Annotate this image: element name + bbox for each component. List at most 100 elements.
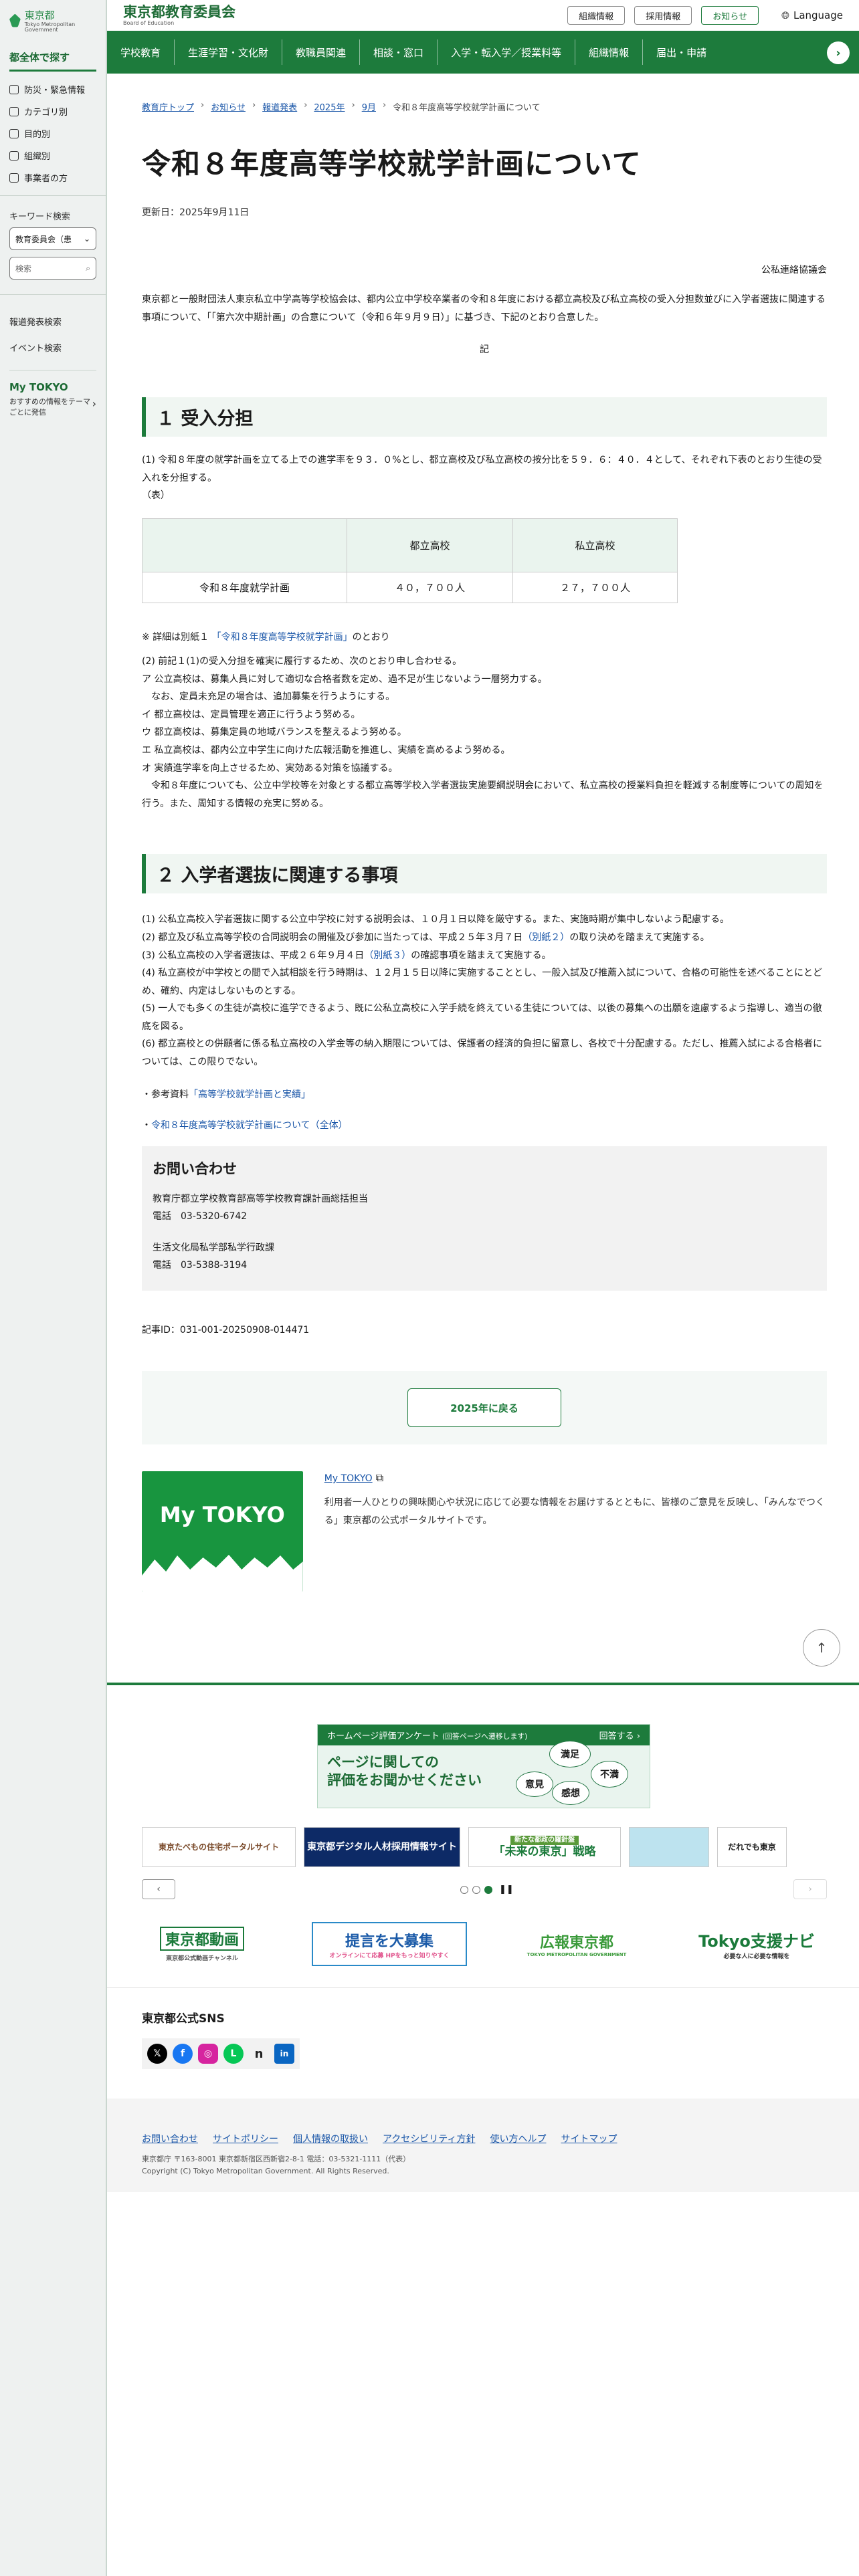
chevron-right-icon: › — [92, 397, 96, 410]
footer-links: お問い合わせ サイトポリシー 個人情報の取扱い アクセシビリティ方針 使い方ヘル… — [142, 2132, 824, 2145]
breadcrumb-link[interactable]: 報道発表 — [262, 100, 297, 113]
footer-link-privacy[interactable]: 個人情報の取扱い — [293, 2132, 368, 2145]
attachment2-link[interactable]: （別紙２） — [522, 932, 569, 943]
gnav-item[interactable]: 教職員関連 — [282, 39, 361, 65]
carousel-dot-active[interactable] — [484, 1885, 492, 1894]
banner-sub: 新たな都政の羅針盤 — [510, 1835, 579, 1845]
reference-link[interactable]: 「高等学校就学計画と実績」 — [189, 1089, 310, 1100]
logo-koho-tokyo[interactable]: 広報東京都 TOKYO METROPOLITAN GOVERNMENT — [516, 1922, 637, 1966]
banner-future-tokyo[interactable]: 新たな都政の羅針盤 「未来の東京」戦略 — [468, 1827, 621, 1867]
logo-support-navi[interactable]: Tokyo支援ナビ 必要な人に必要な情報を — [686, 1922, 827, 1966]
back-to-2025-button[interactable]: 2025年に戻る — [407, 1388, 561, 1428]
linkedin-icon[interactable]: in — [274, 2044, 294, 2064]
banner-digital-recruit[interactable]: 東京都デジタル人材採用情報サイト — [304, 1827, 460, 1867]
note-prefix: ※ 詳細は別紙１ — [142, 631, 209, 643]
contact-title: お問い合わせ — [153, 1160, 237, 1177]
gnav-item[interactable]: 届出・申請 — [643, 39, 720, 65]
bubble-opinion: 意見 — [516, 1772, 553, 1797]
sidebar-item-organization[interactable]: 組織別 — [9, 144, 96, 167]
section-heading-2: ２ 入学者選抜に関連する事項 — [142, 854, 827, 894]
instagram-icon[interactable]: ◎ — [198, 2044, 218, 2064]
reference-2: ・令和８年度高等学校就学計画について（全体） — [142, 1118, 827, 1132]
gnav-item[interactable]: 学校教育 — [107, 39, 175, 65]
survey-bar-title: ホームページ評価アンケート — [327, 1731, 440, 1741]
sidebar-item-category[interactable]: カテゴリ別 — [9, 100, 96, 122]
banner-everyone-tokyo[interactable]: だれでも東京 — [717, 1827, 787, 1867]
sidebar-item-business[interactable]: 事業者の方 — [9, 167, 96, 189]
global-nav: 学校教育 生涯学習・文化財 教職員関連 相談・窓口 入学・転入学／授業料等 組織… — [107, 31, 859, 74]
search-scope-select[interactable]: 教育委員会（患 ⌄ — [9, 227, 96, 250]
list-item: (2) 前記１(1)の受入分担を確実に履行するため、次のとおり申し合わせる。 — [142, 655, 462, 667]
notice-button[interactable]: お知らせ — [701, 6, 759, 25]
list-item: (1) 公私立高校入学者選抜に関する公立中学校に対する説明会は、１０月１日以降を… — [142, 914, 729, 926]
pause-icon[interactable]: ❚❚ — [499, 1885, 514, 1895]
sidebar-item-purpose[interactable]: 目的別 — [9, 122, 96, 144]
article-id: 記事ID：031-001-20250908-014471 — [142, 1325, 310, 1336]
note-suffix: のとおり — [352, 631, 390, 643]
attachment1-link[interactable]: 「令和８年度高等学校就学計画」 — [212, 632, 353, 643]
language-label: Language — [793, 9, 843, 21]
gnav-item[interactable]: 入学・転入学／授業料等 — [438, 39, 576, 65]
tokyo-logo[interactable]: 東京都 Tokyo Metropolitan Government — [0, 0, 106, 41]
carousel-prev-button[interactable]: ‹ — [142, 1879, 175, 1899]
contact-tel: 電話 03-5388-3194 — [153, 1260, 248, 1271]
logo-tokyo-video[interactable]: 東京都動画 東京都公式動画チャンネル — [142, 1922, 262, 1966]
footer-link-contact[interactable]: お問い合わせ — [142, 2132, 198, 2145]
speech-bubbles: 満足 意見 感想 不満 — [516, 1741, 630, 1805]
press-release-search-link[interactable]: 報道発表検索 — [9, 308, 96, 334]
contact-entry: 生活文化局私学部私学行政課 電話 03-5388-3194 — [153, 1239, 816, 1275]
page-top-button[interactable]: ↑ — [803, 1629, 840, 1667]
gnav-next-arrow-icon[interactable]: › — [827, 41, 850, 64]
x-icon[interactable]: 𝕏 — [147, 2044, 167, 2064]
recruit-button[interactable]: 採用情報 — [634, 6, 692, 25]
gnav-item[interactable]: 生涯学習・文化財 — [175, 39, 283, 65]
list-item: イ 都立高校は、定員管理を適正に行うよう努める。 — [142, 709, 361, 720]
footer-link-sitemap[interactable]: サイトマップ — [561, 2132, 617, 2145]
search-icon[interactable]: ⌕ — [86, 263, 90, 274]
site-title[interactable]: 東京都教育委員会 Board of Education — [123, 5, 235, 26]
footer-link-policy[interactable]: サイトポリシー — [213, 2132, 278, 2145]
breadcrumb-link[interactable]: お知らせ — [211, 100, 246, 113]
carousel-dot[interactable] — [460, 1885, 468, 1894]
survey-answer-link[interactable]: 回答する › — [599, 1729, 640, 1741]
banner-cityscape[interactable] — [629, 1827, 709, 1867]
event-search-link[interactable]: イベント検索 — [9, 334, 96, 360]
table-header: 私立高校 — [512, 518, 678, 572]
language-button[interactable]: 🌐︎ Language — [781, 9, 843, 21]
survey-banner[interactable]: ホームページ評価アンケート (回答ページへ遷移します) 回答する › ページに関… — [317, 1724, 650, 1808]
logo-sub: 東京都公式動画チャンネル — [166, 1955, 238, 1962]
line-icon[interactable]: L — [223, 2044, 244, 2064]
reference-1: ・参考資料「高等学校就学計画と実績」 — [142, 1087, 827, 1101]
gnav-item[interactable]: 組織情報 — [575, 39, 644, 65]
breadcrumb-link[interactable]: 2025年 — [314, 100, 345, 113]
banner-food-housing[interactable]: 東京たべもの住宅ポータルサイト — [142, 1827, 296, 1867]
section1-list: (2) 前記１(1)の受入分担を確実に履行するため、次のとおり申し合わせる。 ア… — [142, 653, 827, 813]
search-input[interactable]: 検索 ⌕ — [9, 257, 96, 280]
contact-tel: 電話 03-5320-6742 — [153, 1211, 248, 1222]
footer-link-help[interactable]: 使い方ヘルプ — [490, 2132, 546, 2145]
facebook-icon[interactable]: f — [173, 2044, 193, 2064]
mytokyo-sidebar-link[interactable]: My TOKYO おすすめの情報をテーマごとに発信 › — [9, 370, 96, 417]
breadcrumb-link[interactable]: 9月 — [362, 100, 376, 113]
mytokyo-link[interactable]: My TOKYO — [324, 1473, 373, 1484]
carousel-dot[interactable] — [472, 1885, 480, 1894]
target-icon — [9, 128, 19, 138]
gnav-item[interactable]: 相談・窓口 — [360, 39, 438, 65]
logo-suggestion[interactable]: 提言を大募集 オンラインにて応募 HPをもっと知りやすく — [312, 1922, 467, 1966]
back-area: 2025年に戻る — [142, 1371, 827, 1445]
building-icon — [9, 150, 19, 160]
mytokyo-sidebar-desc: おすすめの情報をテーマごとに発信 — [9, 397, 90, 417]
note-icon[interactable]: n — [249, 2044, 269, 2064]
org-info-button[interactable]: 組織情報 — [567, 6, 626, 25]
contact-dept: 生活文化局私学部私学行政課 — [153, 1242, 274, 1253]
full-plan-link[interactable]: 令和８年度高等学校就学計画について（全体） — [151, 1120, 348, 1131]
list-item: オ 実績進学率を向上させるため、実効ある対策を協議する。 — [142, 762, 398, 774]
detail-note: ※ 詳細は別紙１ 「令和８年度高等学校就学計画」のとおり — [142, 630, 827, 643]
breadcrumb-link[interactable]: 教育庁トップ — [142, 100, 194, 113]
mytokyo-banner-image[interactable]: My TOKYO — [142, 1471, 303, 1592]
sidebar-item-emergency[interactable]: 防災・緊急情報 — [9, 78, 96, 100]
footer-link-accessibility[interactable]: アクセシビリティ方針 — [383, 2132, 475, 2145]
carousel-next-button[interactable]: › — [793, 1879, 827, 1899]
attachment3-link[interactable]: （別紙３） — [364, 950, 411, 961]
breadcrumb-separator: › — [351, 100, 355, 110]
